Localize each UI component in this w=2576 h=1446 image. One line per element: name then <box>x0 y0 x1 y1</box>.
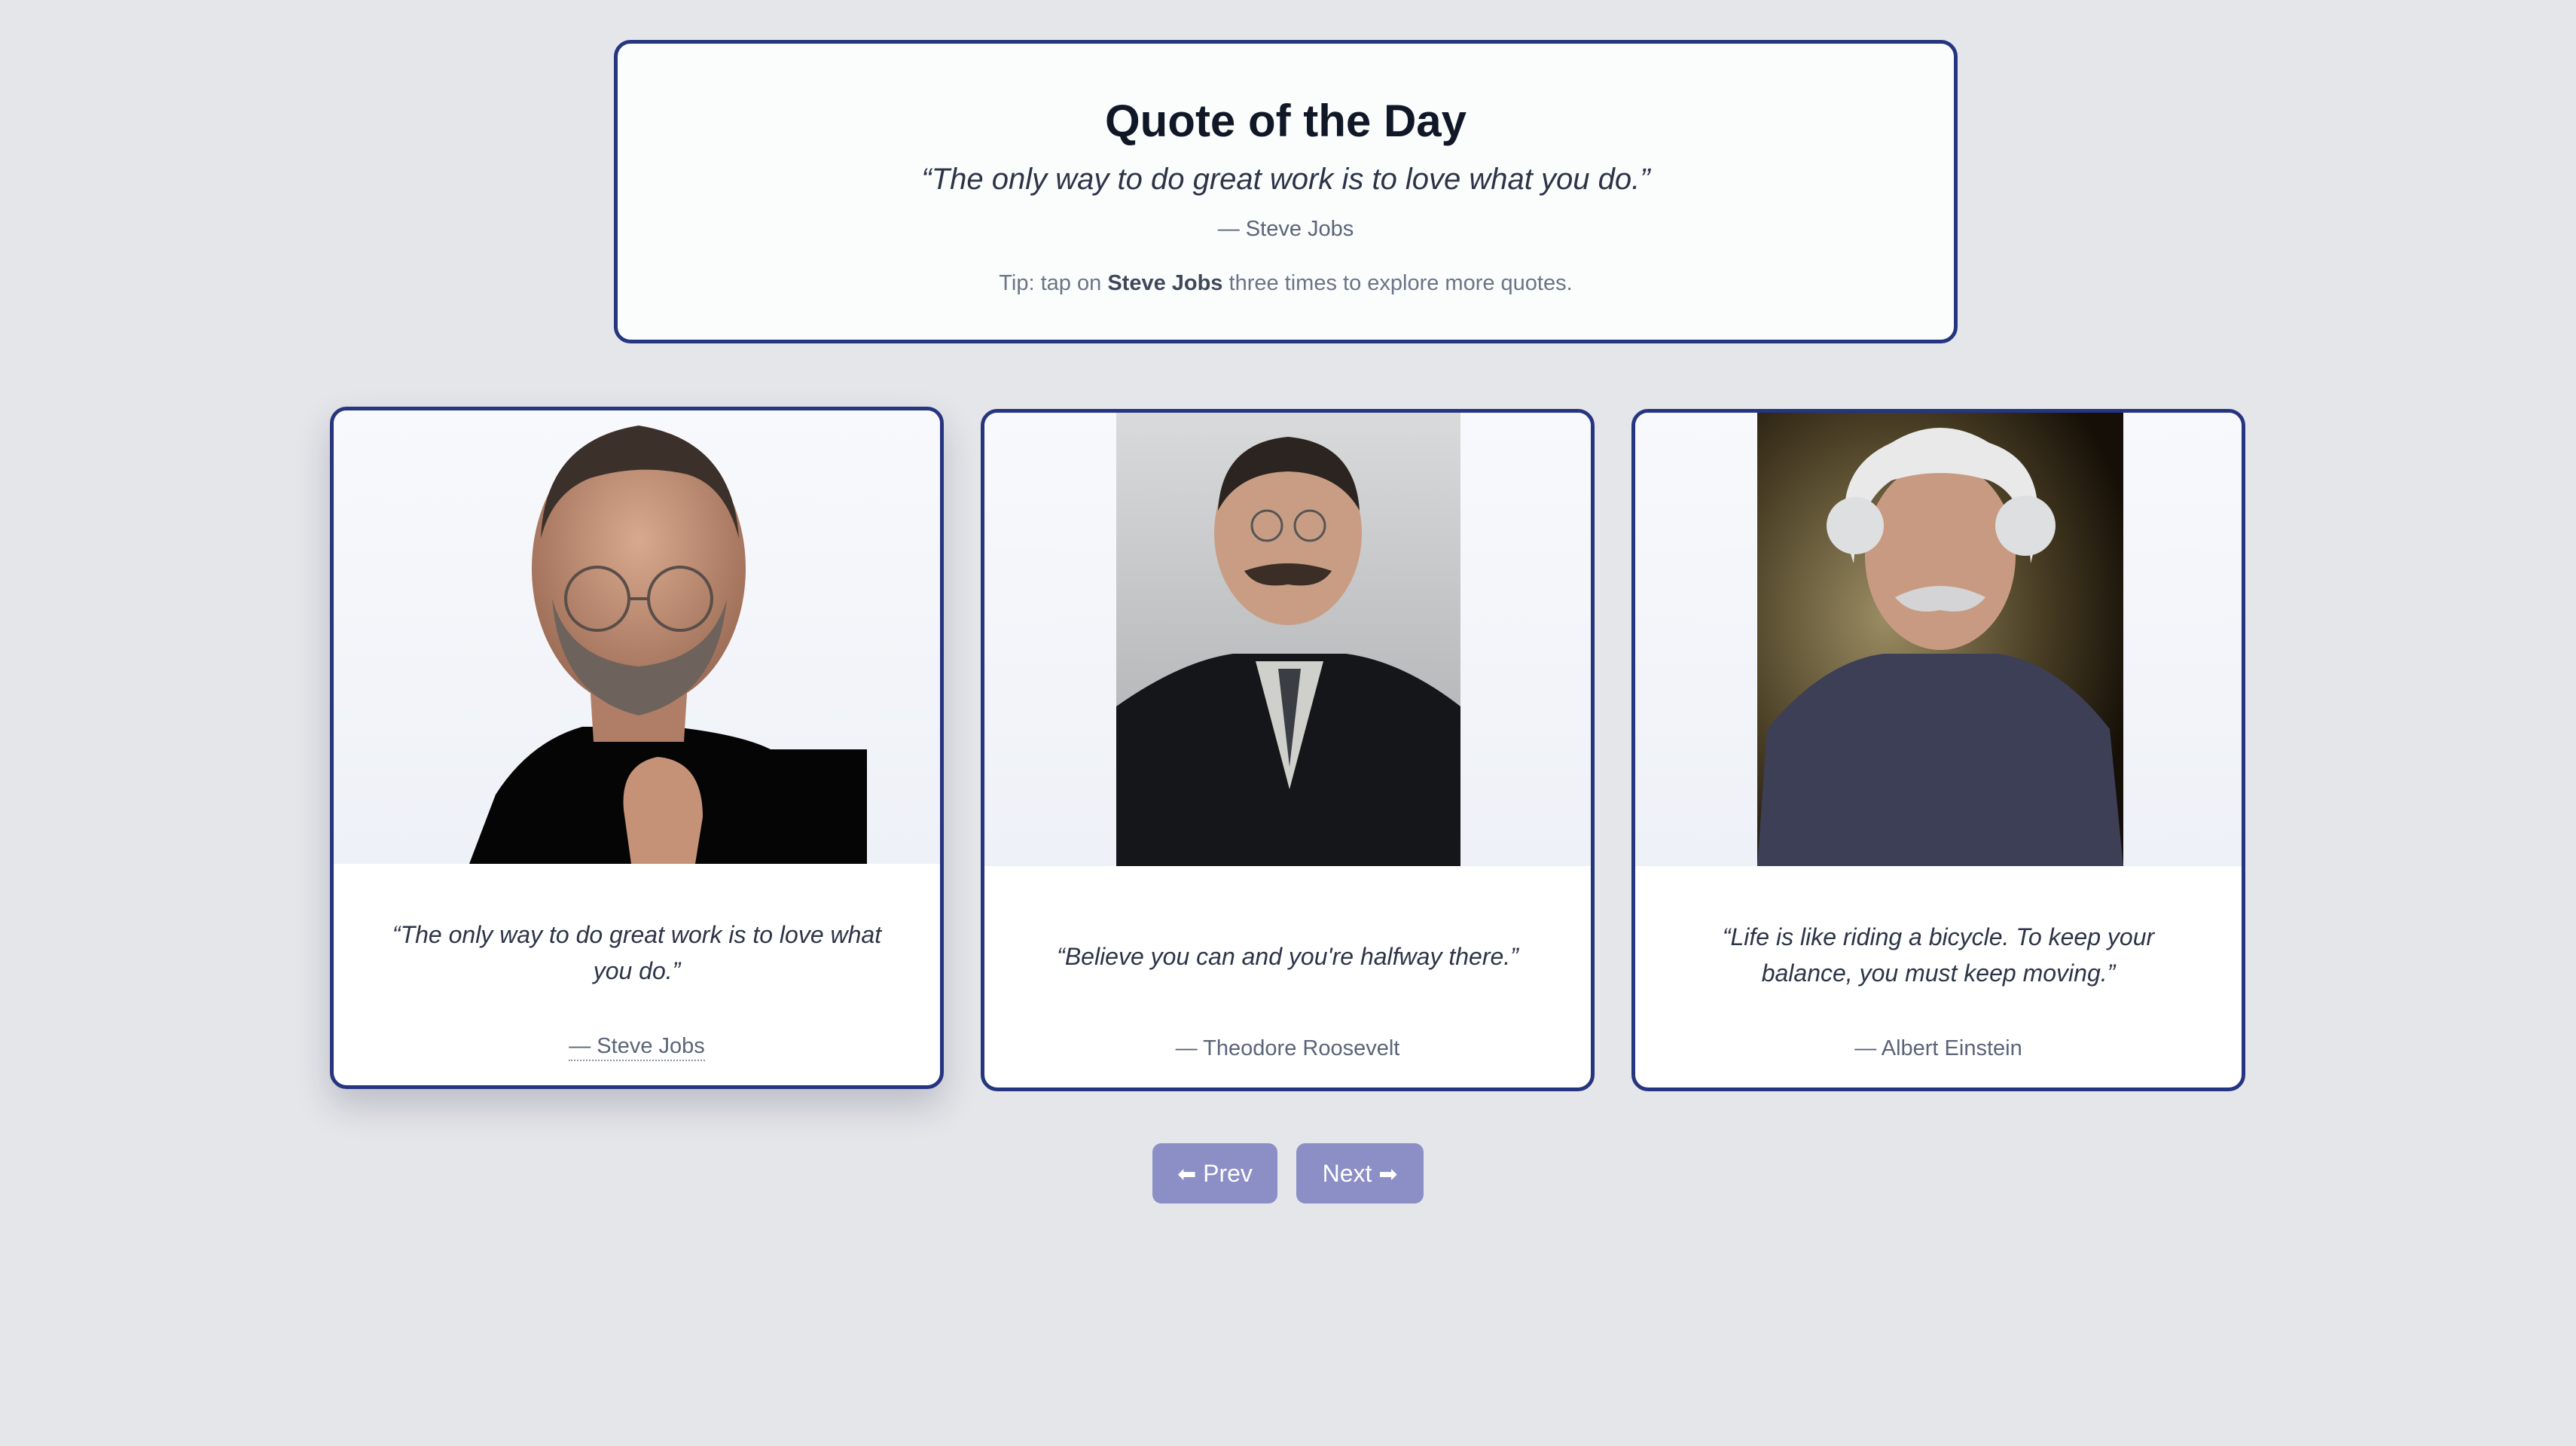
quote-of-the-day-panel: Quote of the Day “The only way to do gre… <box>614 40 1958 343</box>
quote-card-albert-einstein[interactable]: “Life is like riding a bicycle. To keep … <box>1631 409 2245 1091</box>
prev-button[interactable]: ⬅ Prev <box>1152 1143 1277 1203</box>
tip-suffix: three times to explore more quotes. <box>1222 271 1573 295</box>
quote-card-steve-jobs[interactable]: “The only way to do great work is to lov… <box>330 407 944 1089</box>
author-name-steve-jobs[interactable]: — Steve Jobs <box>569 1034 705 1061</box>
card-author: — Albert Einstein <box>1854 1036 2022 1060</box>
tip-name: Steve Jobs <box>1107 271 1223 295</box>
page-title: Quote of the Day <box>1104 96 1467 146</box>
next-button[interactable]: Next ➡ <box>1296 1143 1424 1203</box>
theodore-roosevelt-portrait <box>984 413 1591 866</box>
tip-prefix: Tip: tap on <box>999 271 1108 295</box>
arrow-right-icon: ➡ <box>1378 1162 1398 1187</box>
card-author-link[interactable]: — Steve Jobs <box>334 1034 940 1061</box>
card-quote: “Believe you can and you're halfway ther… <box>1057 943 1518 970</box>
albert-einstein-portrait <box>1635 413 2242 866</box>
steve-jobs-portrait <box>334 410 940 864</box>
card-author: — Theodore Roosevelt <box>1175 1036 1400 1060</box>
featured-quote: “The only way to do great work is to lov… <box>921 163 1650 196</box>
quote-card-theodore-roosevelt[interactable]: “Believe you can and you're halfway ther… <box>981 409 1595 1091</box>
card-quote: “The only way to do great work is to lov… <box>392 921 882 984</box>
arrow-left-icon: ⬅ <box>1177 1162 1197 1187</box>
tip-text: Tip: tap on Steve Jobs three times to ex… <box>618 271 1954 296</box>
card-quote: “Life is like riding a bicycle. To keep … <box>1722 923 2155 987</box>
featured-author: — Steve Jobs <box>1217 217 1354 241</box>
prev-label: Prev <box>1203 1160 1253 1187</box>
next-label: Next <box>1322 1160 1372 1187</box>
